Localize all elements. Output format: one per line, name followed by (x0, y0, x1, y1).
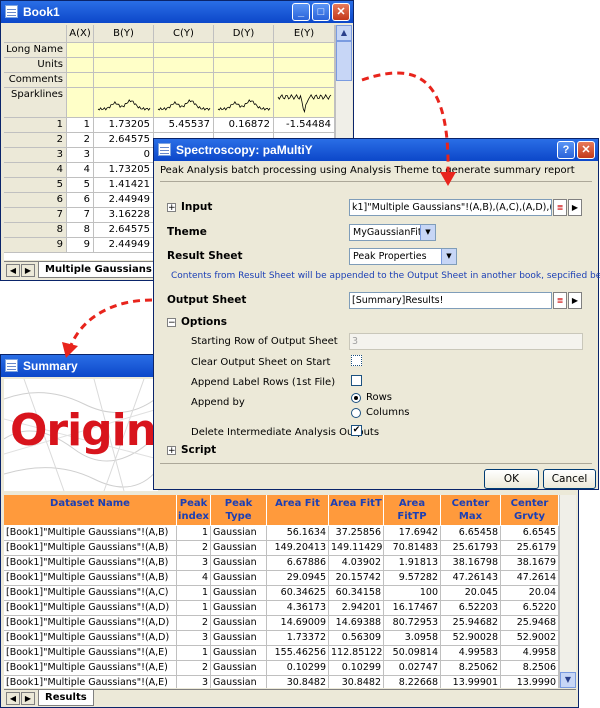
arrowhead-summary (62, 342, 78, 358)
annotation-arrows (62, 71, 456, 358)
arrow-to-input (361, 71, 450, 176)
arrow-to-summary (68, 298, 153, 349)
arrowhead-input (440, 172, 456, 186)
